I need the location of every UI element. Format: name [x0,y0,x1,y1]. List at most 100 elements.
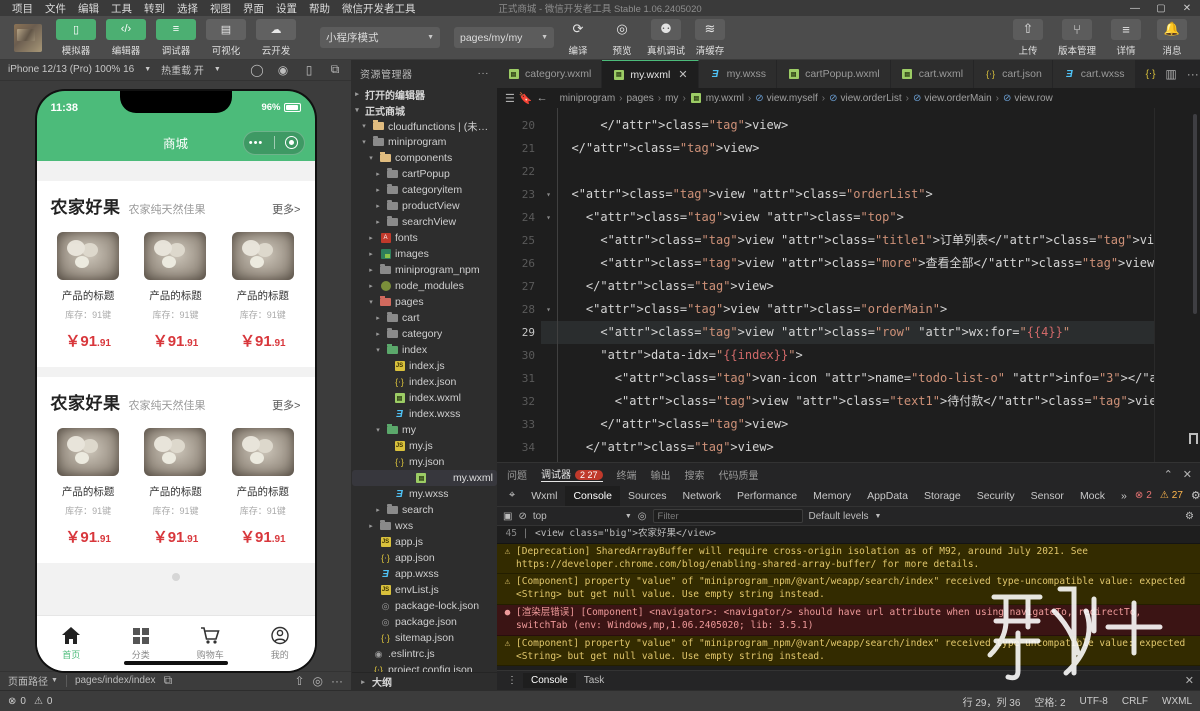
devtools-tab[interactable]: Performance [729,486,805,506]
breadcrumb-item[interactable]: ▤ my.wxml [690,93,744,104]
tab-cart[interactable]: 购物车 [176,626,246,661]
console-filter-input[interactable]: Filter [652,509,803,523]
tree-folder[interactable]: ▾ components [352,150,497,166]
tree-file[interactable]: ▸{⋅}project.config.json [352,662,497,672]
more-actions-icon[interactable]: ··· [1187,67,1199,81]
code-line[interactable] [541,160,1154,183]
menu-item-3[interactable]: 工具 [105,1,138,16]
inspect-element-icon[interactable]: ⌖ [501,486,523,506]
drawer-close-icon[interactable]: ✕ [1185,674,1194,687]
code-line[interactable]: </"attr">class="tag">view> [541,413,1154,436]
language-mode[interactable]: WXML [1162,696,1192,707]
error-count-badge[interactable]: ⊗ 2 [1135,490,1152,501]
close-button[interactable]: ✕ [1174,0,1200,16]
chevron-right-icon[interactable]: ▸ [380,474,390,482]
tree-folder[interactable]: ▾ pages [352,294,497,310]
menu-item-7[interactable]: 界面 [237,1,270,16]
code-line[interactable]: </"attr">class="tag">view> [541,275,1154,298]
chevron-right-icon[interactable]: ▸ [380,378,390,386]
panel-tab[interactable]: 输出 [651,467,671,482]
tree-file[interactable]: ▸ {⋅} app.json [352,550,497,566]
outline-list-icon[interactable]: ☰ [505,92,515,105]
maximize-button[interactable]: ▢ [1148,0,1174,16]
toggle-cloud[interactable]: ☁ 云开发 [254,18,298,57]
encoding-setting[interactable]: UTF-8 [1080,696,1108,707]
tree-file[interactable]: ▸ Ǝmy.wxss [352,486,497,502]
tree-file[interactable]: ▸ Ǝapp.wxss [352,566,497,582]
breadcrumb-item[interactable]: ⊘ view.orderList [829,93,902,104]
tree-file[interactable]: ▸ {⋅} index.json [352,374,497,390]
menu-item-0[interactable]: 项目 [6,1,39,16]
chevron-right-icon[interactable]: ▸ [366,554,376,562]
device-select[interactable]: iPhone 12/13 (Pro) 100% 16 [8,64,134,75]
tree-folder[interactable]: ▸ images [352,246,497,262]
drawer-kebab-icon[interactable]: ⋮ [503,675,521,686]
breadcrumb-item[interactable]: ⊘ view.row [1003,93,1053,104]
devtools-tab[interactable]: Network [675,486,730,506]
chevron-down-icon[interactable]: ▾ [373,426,383,434]
chevron-right-icon[interactable]: ▸ [380,362,390,370]
breadcrumb-item[interactable]: miniprogram [560,93,616,104]
tree-folder[interactable]: ▸ cart [352,310,497,326]
chevron-right-icon[interactable]: ▸ [366,250,376,258]
code-line[interactable]: <"attr">class="tag">view "attr">class="t… [541,206,1154,229]
preview-button[interactable]: ◎ 预览 [602,19,642,57]
share-icon[interactable]: ⇧ [294,674,304,688]
code-line[interactable]: <"attr">class="tag">view "attr">class="t… [541,229,1154,252]
tab-grid[interactable]: 分类 [106,626,176,661]
tree-file[interactable]: ▸ JS envList.js [352,582,497,598]
eye-icon[interactable]: ◎ [313,674,323,688]
devtools-tab[interactable]: Storage [916,486,969,506]
devtools-tab[interactable]: Security [969,486,1023,506]
tree-folder[interactable]: ▸ searchView [352,214,497,230]
chevron-right-icon[interactable]: ▸ [380,458,390,466]
more-icon[interactable]: ••• [249,137,264,149]
tree-folder[interactable]: ▾ index [352,342,497,358]
chevron-right-icon[interactable]: ▸ [380,410,390,418]
devtools-tab[interactable]: Mock [1072,486,1113,506]
toggle-bug[interactable]: ≡ 调试器 [154,18,198,57]
product-card[interactable]: 产品的标题 库存：91键 ￥91.91 [136,231,214,351]
chevron-down-icon[interactable]: ▾ [359,122,369,130]
code-line[interactable]: </"attr">class="tag">view> [541,114,1154,137]
menu-item-4[interactable]: 转到 [138,1,171,16]
cursor-position[interactable]: 行 29，列 36 [963,694,1021,709]
tree-file[interactable]: ▸ {⋅} sitemap.json [352,630,497,646]
close-icon[interactable]: ✕ [678,68,687,81]
compile-mode-select[interactable]: 小程序模式 ▼ [320,27,440,48]
chevron-right-icon[interactable]: ▸ [380,394,390,402]
devtools-tab[interactable]: Wxml [523,486,565,506]
back-arrow-icon[interactable]: ← [537,92,548,104]
editor-tab[interactable]: ▤ my.wxml ✕ [602,60,699,88]
chevron-right-icon[interactable]: ▸ [366,266,376,274]
minimap-slider[interactable] [1193,114,1197,314]
panel-tab[interactable]: 搜索 [685,467,705,482]
menu-item-8[interactable]: 设置 [270,1,303,16]
tree-folder[interactable]: ▸ categoryitem [352,182,497,198]
tree-folder[interactable]: ▸ search [352,502,497,518]
editor-tab[interactable]: ▤ category.wxml [497,60,603,88]
chevron-right-icon[interactable]: ▸ [373,218,383,226]
code-line[interactable]: <"attr">class="tag">view "attr">class="t… [541,390,1154,413]
code-line[interactable]: </"attr">class="tag">view> [541,436,1154,459]
compile-button[interactable]: ⟳ 编译 [558,19,598,57]
tree-folder[interactable]: ▾ cloudfunctions | (未选... [352,118,497,134]
tree-file[interactable]: ▸ JS app.js [352,534,497,550]
chevron-right-icon[interactable]: ▸ [366,522,376,530]
close-circle-icon[interactable] [285,136,299,150]
tree-file[interactable]: ▸ JS my.js [352,438,497,454]
chevron-down-icon[interactable]: ▾ [373,346,383,354]
toggle-layout[interactable]: ▤ 可视化 [204,18,248,57]
chevron-right-icon[interactable]: ▸ [366,586,376,594]
minimap[interactable] [1154,108,1200,462]
panel-tab[interactable]: 问题 [507,467,527,482]
hot-reload-select[interactable]: 热重载 开 [161,62,204,77]
product-card[interactable]: 产品的标题 库存：91键 ￥91.91 [224,231,302,351]
menu-item-1[interactable]: 文件 [39,1,72,16]
chevron-down-icon[interactable]: ▾ [366,298,376,306]
refresh-icon[interactable]: ◯ [249,63,265,77]
chevron-right-icon[interactable]: ▸ [366,282,376,290]
code-line[interactable]: <"attr">class="tag">view "attr">class="o… [541,298,1154,321]
project-avatar[interactable] [14,23,42,52]
panel-tab[interactable]: 终端 [617,467,637,482]
